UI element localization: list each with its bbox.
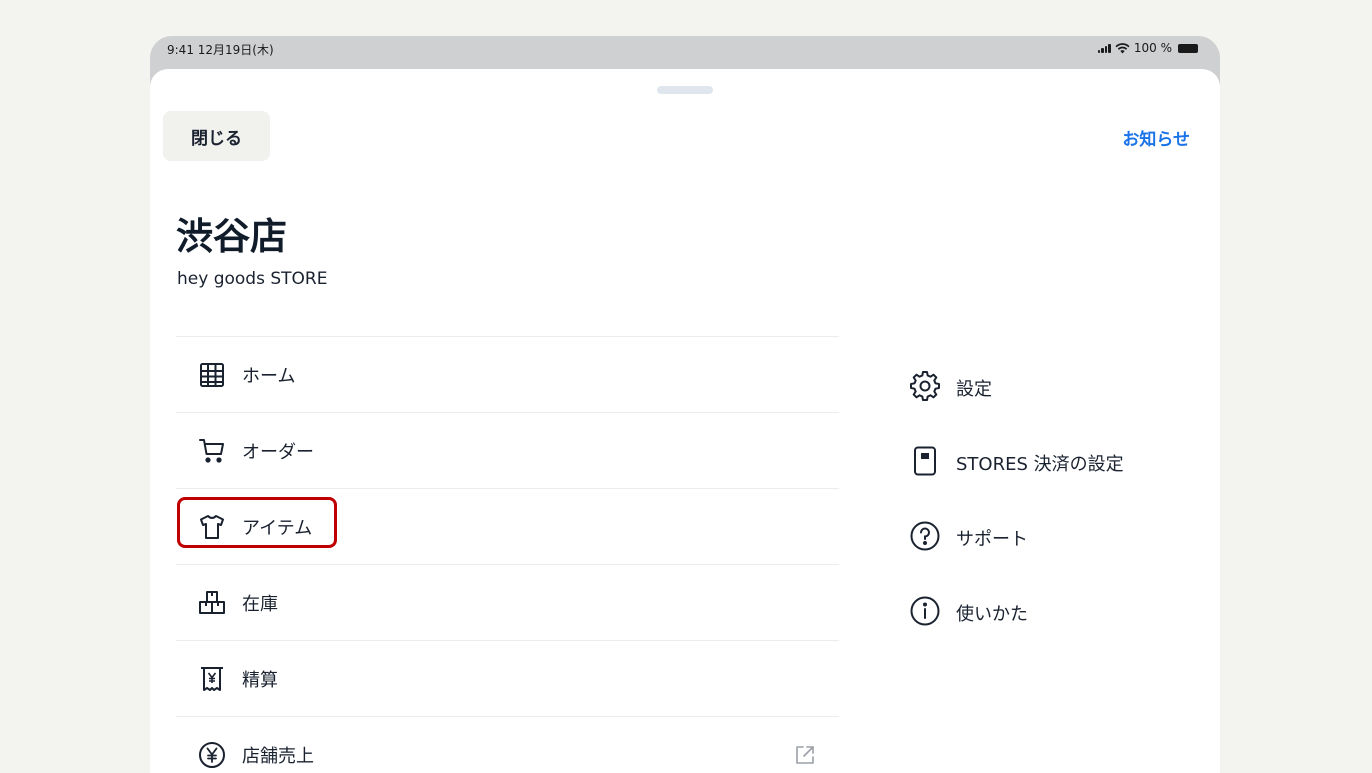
boxes-icon — [198, 589, 226, 617]
grid-icon — [198, 361, 226, 389]
menu-item-label: ホーム — [242, 365, 296, 387]
menu-item-how-to-use[interactable]: 使いかた — [910, 596, 1210, 671]
menu-item-label: 使いかた — [956, 604, 1028, 625]
receipt-yen-icon — [198, 665, 226, 693]
info-circle-icon — [910, 596, 940, 626]
card-reader-icon — [910, 446, 940, 476]
menu-item-label: サポート — [956, 529, 1028, 550]
notice-link[interactable]: お知らせ — [1122, 125, 1190, 150]
menu-item-label: オーダー — [242, 441, 314, 463]
question-circle-icon — [910, 521, 940, 551]
main-menu: ホーム オーダー アイテム 在庫 精算 店舗売上 — [176, 336, 839, 773]
cart-icon — [198, 437, 226, 465]
sheet-grabber[interactable] — [657, 86, 713, 94]
ipad-frame: 9:41 12月19日(木) 100 % 閉じる お知らせ 渋谷店 hey go… — [150, 36, 1220, 773]
gear-icon — [910, 371, 940, 401]
secondary-menu: 設定 STORES 決済の設定 サポート 使いかた — [910, 371, 1210, 671]
menu-item-orders[interactable]: オーダー — [176, 412, 839, 488]
close-button[interactable]: 閉じる — [163, 111, 270, 161]
menu-item-settlement[interactable]: 精算 — [176, 640, 839, 716]
menu-item-label: STORES 決済の設定 — [956, 454, 1124, 475]
wifi-icon — [1115, 42, 1130, 53]
store-subtitle: hey goods STORE — [177, 269, 328, 289]
signal-icon — [1097, 43, 1111, 53]
menu-item-settings[interactable]: 設定 — [910, 371, 1210, 446]
menu-item-label: 在庫 — [242, 593, 278, 615]
menu-sheet: 閉じる お知らせ 渋谷店 hey goods STORE ホーム オーダー アイ… — [150, 69, 1220, 773]
status-time: 9:41 12月19日(木) — [167, 43, 274, 57]
menu-item-label: 精算 — [242, 669, 278, 691]
store-name: 渋谷店 — [176, 215, 287, 258]
menu-item-label: 店舗売上 — [242, 745, 314, 767]
menu-item-support[interactable]: サポート — [910, 521, 1210, 596]
status-indicators: 100 % — [1097, 41, 1198, 55]
menu-item-items[interactable]: アイテム — [176, 488, 839, 564]
status-bar: 9:41 12月19日(木) 100 % — [150, 36, 1220, 70]
menu-item-label: アイテム — [242, 517, 313, 539]
battery-icon — [1178, 43, 1198, 53]
menu-item-inventory[interactable]: 在庫 — [176, 564, 839, 640]
external-link-icon — [795, 745, 815, 765]
battery-percent: 100 % — [1133, 41, 1172, 55]
menu-item-store-sales[interactable]: 店舗売上 — [176, 716, 839, 773]
menu-item-label: 設定 — [956, 379, 992, 400]
yen-circle-icon — [198, 741, 226, 769]
menu-item-home[interactable]: ホーム — [176, 336, 839, 412]
tshirt-icon — [198, 513, 226, 541]
menu-item-payment-settings[interactable]: STORES 決済の設定 — [910, 446, 1210, 521]
